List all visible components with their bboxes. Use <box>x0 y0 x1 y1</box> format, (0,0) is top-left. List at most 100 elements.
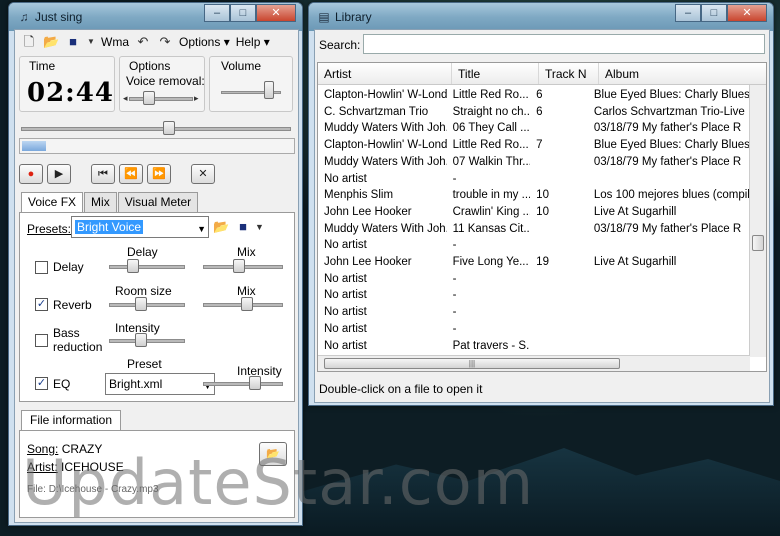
table-cell: No artist <box>324 339 367 352</box>
new-file-icon[interactable]: 🗋 <box>21 34 37 50</box>
delay-thumb[interactable] <box>127 259 139 273</box>
bass-intensity-thumb[interactable] <box>135 333 147 347</box>
table-cell <box>530 120 588 137</box>
table-row[interactable]: Clapton-Howlin' W-Lond... Little Red Ro..… <box>318 137 750 154</box>
preset-col-label: Preset <box>127 357 162 371</box>
save-icon[interactable]: ■ <box>65 34 81 50</box>
record-button[interactable]: ● <box>19 164 43 184</box>
library-maximize-button[interactable]: □ <box>701 4 727 22</box>
table-row[interactable]: No artist - <box>318 171 750 188</box>
table-row[interactable]: John Lee Hooker Five Long Ye... 19 Live At … <box>318 254 750 271</box>
horizontal-scroll-thumb[interactable]: ||| <box>324 358 620 369</box>
presets-combo[interactable]: Bright Voice ▼ <box>71 216 209 238</box>
delay-checkbox[interactable] <box>35 261 48 274</box>
eq-label: EQ <box>53 377 71 391</box>
close-button[interactable]: ✕ <box>256 4 296 22</box>
delay-mix-thumb[interactable] <box>233 259 245 273</box>
options-menu[interactable]: Options ▾ <box>179 35 230 49</box>
eq-intensity-thumb[interactable] <box>249 376 261 390</box>
table-row[interactable]: Muddy Waters With Joh... 06 They Call ...… <box>318 120 750 137</box>
vertical-scroll-thumb[interactable] <box>752 235 764 251</box>
chevron-down-icon[interactable]: ▼ <box>203 376 212 396</box>
table-cell: Clapton-Howlin' W-Lond... <box>324 139 447 152</box>
minimize-button[interactable]: – <box>204 4 230 22</box>
table-row[interactable]: Clapton-Howlin' W-Lond... Little Red Ro..… <box>318 87 750 104</box>
library-close-button[interactable]: ✕ <box>727 4 767 22</box>
left-arrow-icon[interactable]: ◂ <box>123 93 128 104</box>
bass-reduction-checkbox[interactable] <box>35 334 48 347</box>
eq-preset-combo[interactable]: Bright.xml ▼ <box>105 373 215 395</box>
room-size-slider[interactable] <box>109 303 185 307</box>
table-cell: No artist <box>324 239 367 252</box>
room-size-thumb[interactable] <box>135 297 147 311</box>
rewind-button[interactable]: ⏪ <box>119 164 143 184</box>
delay-col-label: Delay <box>127 245 158 259</box>
tab-visual-meter[interactable]: Visual Meter <box>117 192 199 212</box>
reverb-mix-thumb[interactable] <box>241 297 253 311</box>
right-arrow-icon[interactable]: ▸ <box>194 93 199 104</box>
table-cell: Menphis Slim <box>324 189 394 202</box>
reduction-label: reduction <box>53 340 103 354</box>
table-row[interactable]: No artist - <box>318 287 750 304</box>
table-cell: Little Red Ro... <box>452 89 529 101</box>
delay-label: Delay <box>53 260 84 274</box>
reverb-checkbox[interactable]: ✓ <box>35 298 48 311</box>
search-input[interactable] <box>363 34 765 54</box>
column-artist[interactable]: Artist <box>318 63 452 84</box>
library-title-bar[interactable]: ▤ Library – □ ✕ <box>309 3 773 31</box>
table-row[interactable]: No artist - <box>318 304 750 321</box>
column-album[interactable]: Album <box>599 63 766 84</box>
table-header: Artist Title Track N Album <box>318 63 766 85</box>
horizontal-scrollbar[interactable]: ||| <box>318 355 750 371</box>
level-meter <box>19 138 295 154</box>
tab-file-information[interactable]: File information <box>21 410 122 431</box>
vertical-scrollbar[interactable] <box>749 85 766 357</box>
open-preset-icon[interactable]: 📂 <box>213 219 229 235</box>
table-cell: No artist <box>324 172 367 185</box>
play-button[interactable]: ▶ <box>47 164 71 184</box>
chevron-down-icon[interactable]: ▼ <box>255 222 264 232</box>
volume-thumb[interactable] <box>263 81 274 99</box>
help-menu[interactable]: Help ▾ <box>236 35 270 49</box>
column-title[interactable]: Title <box>452 63 539 84</box>
table-row[interactable]: No artist - <box>318 271 750 288</box>
undo-icon[interactable]: ↶ <box>135 34 151 50</box>
table-cell: No artist <box>324 272 367 285</box>
table-row[interactable]: John Lee Hooker Crawlin' King ... 10 Live A… <box>318 204 750 221</box>
table-row[interactable]: No artist - <box>318 321 750 338</box>
window-title: Just sing <box>35 10 83 24</box>
save-preset-icon[interactable]: ■ <box>235 219 251 235</box>
table-cell: - <box>452 239 457 252</box>
table-row[interactable]: Muddy Waters With Joh... 07 Walkin Thr...… <box>318 154 750 171</box>
bass-intensity-slider[interactable] <box>109 339 185 343</box>
previous-button[interactable]: ⏮ <box>91 164 115 184</box>
library-minimize-button[interactable]: – <box>675 4 701 22</box>
voice-removal-track[interactable] <box>129 97 193 101</box>
eq-checkbox[interactable]: ✓ <box>35 377 48 390</box>
wma-button[interactable]: Wma <box>101 35 129 49</box>
tab-voice-fx[interactable]: Voice FX <box>21 192 84 213</box>
table-cell <box>588 321 750 338</box>
open-folder-icon[interactable]: 📂 <box>43 34 59 50</box>
table-row[interactable]: Muddy Waters With Joh... 11 Kansas Cit...… <box>318 221 750 238</box>
fast-forward-button[interactable]: ⏩ <box>147 164 171 184</box>
table-row[interactable]: No artist - <box>318 237 750 254</box>
tab-mix[interactable]: Mix <box>84 192 117 212</box>
table-row[interactable]: C. Schvartzman Trio Straight no ch... 6 Car… <box>318 104 750 121</box>
table-cell <box>530 321 588 338</box>
chevron-down-icon[interactable]: ▼ <box>197 219 206 239</box>
music-note-icon: ♫ <box>19 10 29 24</box>
maximize-button[interactable]: □ <box>230 4 256 22</box>
column-track[interactable]: Track N <box>539 63 599 84</box>
title-bar[interactable]: ♫ Just sing – □ ✕ <box>9 3 302 31</box>
table-row[interactable]: Menphis Slim trouble in my ... 10 Los 100 m… <box>318 187 750 204</box>
position-track[interactable] <box>21 127 291 131</box>
redo-icon[interactable]: ↷ <box>157 34 173 50</box>
stop-button[interactable]: ✕ <box>191 164 215 184</box>
eq-intensity-slider[interactable] <box>203 382 283 386</box>
position-thumb[interactable] <box>162 121 175 135</box>
delay-slider[interactable] <box>109 265 185 269</box>
chevron-down-icon[interactable]: ▼ <box>87 34 95 50</box>
table-row[interactable]: No artist Pat travers - S... <box>318 338 750 355</box>
voice-removal-thumb[interactable] <box>143 91 155 105</box>
